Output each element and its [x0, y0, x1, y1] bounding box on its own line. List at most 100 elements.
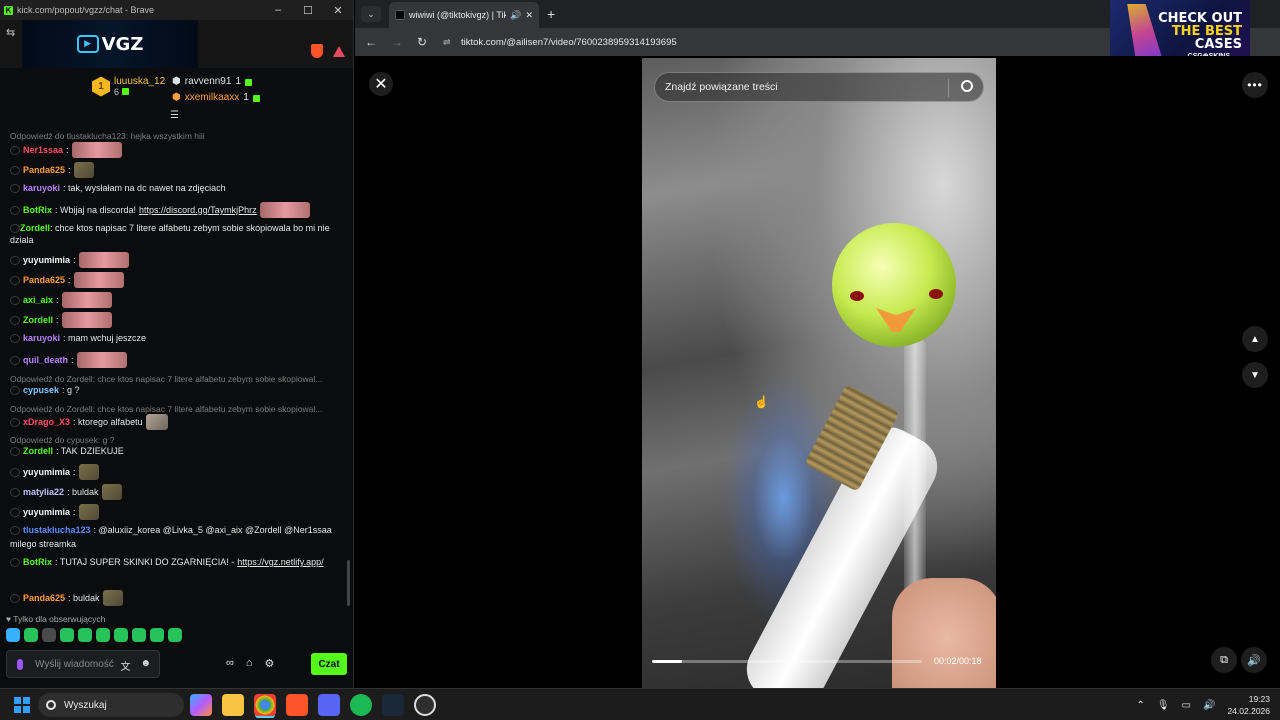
chat-username[interactable]: BotRix — [23, 556, 52, 568]
chat-emote[interactable] — [145, 414, 168, 430]
subscriber-badge-icon[interactable] — [10, 525, 20, 535]
subscriber-badge-icon[interactable] — [10, 446, 20, 456]
tab-search-button[interactable]: ⌄ — [361, 6, 381, 22]
ad-banner[interactable]: CHECK OUT THE BEST CASES CSG⊕SKINS — [1110, 0, 1250, 62]
subscriber-badge-icon[interactable] — [10, 333, 20, 343]
reply-reference[interactable]: Odpowiedź do tlustaklucha123: hejka wszy… — [10, 130, 340, 142]
close-tab-icon[interactable]: ✕ — [525, 10, 533, 21]
chat-emote[interactable] — [73, 162, 94, 178]
chat-username[interactable]: karuyoki — [23, 332, 60, 344]
emote-button[interactable] — [24, 628, 38, 642]
chat-username[interactable]: karuyoki — [23, 182, 60, 194]
subscriber-badge-icon[interactable] — [10, 593, 20, 603]
chat-emote[interactable] — [76, 352, 127, 368]
chat-link[interactable]: https://vgz.netlify.app/ — [237, 556, 323, 568]
taskbar-search[interactable]: Wyszukaj — [38, 693, 184, 717]
chat-emote[interactable] — [102, 590, 123, 606]
chat-username[interactable]: Ner1ssaa — [23, 144, 63, 156]
brave-icon[interactable] — [286, 694, 308, 716]
subscriber-badge-icon[interactable] — [10, 315, 20, 325]
copilot-icon[interactable] — [190, 694, 212, 716]
chat-emote[interactable] — [101, 484, 122, 500]
chat-username[interactable]: yuyumimia — [23, 466, 70, 478]
minimize-button[interactable]: – — [263, 4, 293, 17]
chat-username[interactable]: xDrago_X3 — [23, 416, 70, 428]
subscriber-badge-icon[interactable] — [10, 165, 20, 175]
emote-button[interactable] — [96, 628, 110, 642]
emote-button[interactable] — [42, 628, 56, 642]
subscriber-badge-icon[interactable] — [10, 467, 20, 477]
chat-username[interactable]: Zordell — [23, 445, 53, 457]
emote-button[interactable] — [60, 628, 74, 642]
subscriber-badge-icon[interactable] — [10, 205, 20, 215]
emote-button[interactable] — [114, 628, 128, 642]
chat-username[interactable]: Panda625 — [23, 274, 65, 286]
next-video-button[interactable]: ▼ — [1242, 362, 1268, 388]
steam-icon[interactable] — [382, 694, 404, 716]
subscriber-badge-icon[interactable] — [10, 417, 20, 427]
sliders-icon[interactable]: ⇆ — [6, 26, 15, 39]
chat-username[interactable]: BotRix — [23, 204, 52, 216]
chat-username[interactable]: quil_death — [23, 354, 68, 366]
discord-icon[interactable] — [318, 694, 340, 716]
related-search-box[interactable] — [654, 72, 984, 102]
chat-username[interactable]: yuyumimia — [23, 506, 70, 518]
tab-tiktok[interactable]: wiwiwi (@tiktokivgz) | TikTok 🔊 ✕ — [389, 2, 539, 28]
new-tab-button[interactable]: + — [547, 6, 555, 22]
leaderboard-third[interactable]: ⬢ xxemilkaaxx 1 — [172, 90, 260, 106]
subscriber-badge-icon[interactable] — [10, 385, 20, 395]
chevron-up-icon[interactable]: ⌃ — [1136, 700, 1144, 711]
subscriber-badge-icon[interactable] — [10, 183, 20, 193]
subscriber-badge-icon[interactable] — [10, 224, 20, 234]
more-options-button[interactable]: ••• — [1242, 72, 1268, 98]
subscriber-badge-icon[interactable] — [10, 255, 20, 265]
send-chat-button[interactable]: Czat — [311, 653, 347, 675]
brave-shield-icon[interactable] — [311, 44, 323, 58]
store-icon[interactable]: ⌂ — [246, 657, 253, 670]
windows-start-icon[interactable] — [14, 697, 30, 713]
volume-button[interactable]: 🔊 — [1241, 647, 1267, 673]
brave-rewards-icon[interactable] — [333, 46, 345, 57]
search-icon[interactable] — [961, 80, 973, 92]
chat-emote[interactable] — [71, 142, 122, 158]
chat-link[interactable]: https://discord.gg/TaymkjPhrz — [139, 204, 257, 216]
channel-points-icon[interactable]: ∞ — [226, 657, 234, 670]
volume-icon[interactable]: 🔊 — [1203, 700, 1215, 711]
chat-username[interactable]: cypusek — [23, 384, 59, 396]
subscriber-badge-icon[interactable] — [10, 295, 20, 305]
chat-input-box[interactable]: 文 ☻ — [6, 650, 160, 678]
maximize-button[interactable]: ☐ — [293, 4, 323, 17]
chrome-icon[interactable] — [254, 694, 276, 716]
subscriber-badge-icon[interactable] — [10, 487, 20, 497]
previous-video-button[interactable]: ▲ — [1242, 326, 1268, 352]
video-player[interactable]: ☝ 00:02/00:18 — [642, 58, 996, 688]
emote-button[interactable] — [150, 628, 164, 642]
chat-emote[interactable] — [78, 504, 99, 520]
emoji-icon[interactable]: ☻ — [140, 658, 151, 673]
obs-icon[interactable] — [414, 694, 436, 716]
picture-in-picture-button[interactable]: ⧉ — [1211, 647, 1237, 673]
chat-username[interactable]: axi_aix — [23, 294, 53, 306]
network-icon[interactable]: ▭ — [1182, 700, 1191, 711]
gear-icon[interactable]: ⚙ — [265, 657, 275, 670]
chat-emote[interactable] — [61, 312, 112, 328]
speaker-icon[interactable]: 🔊 — [510, 10, 521, 21]
subscriber-badge-icon[interactable] — [10, 145, 20, 155]
leaderboard-second[interactable]: ⬢ ravvenn91 1 — [172, 74, 260, 90]
file-explorer-icon[interactable] — [222, 694, 244, 716]
chat-emote[interactable] — [78, 252, 129, 268]
reload-icon[interactable]: ↻ — [417, 35, 433, 49]
microphone-icon[interactable] — [17, 658, 23, 670]
chat-emote[interactable] — [73, 272, 124, 288]
chat-username[interactable]: Panda625 — [23, 164, 65, 176]
subscriber-badge-icon[interactable] — [10, 275, 20, 285]
subscriber-badge-icon[interactable] — [10, 355, 20, 365]
video-progress-bar[interactable] — [652, 660, 922, 663]
chat-emote[interactable] — [78, 464, 99, 480]
chat-username[interactable]: matylia22 — [23, 486, 64, 498]
emote-button[interactable] — [6, 628, 20, 642]
back-icon[interactable]: ← — [365, 35, 381, 49]
chat-scrollbar[interactable] — [347, 560, 350, 606]
chat-username[interactable]: Panda625 — [23, 592, 65, 604]
subscriber-badge-icon[interactable] — [10, 507, 20, 517]
